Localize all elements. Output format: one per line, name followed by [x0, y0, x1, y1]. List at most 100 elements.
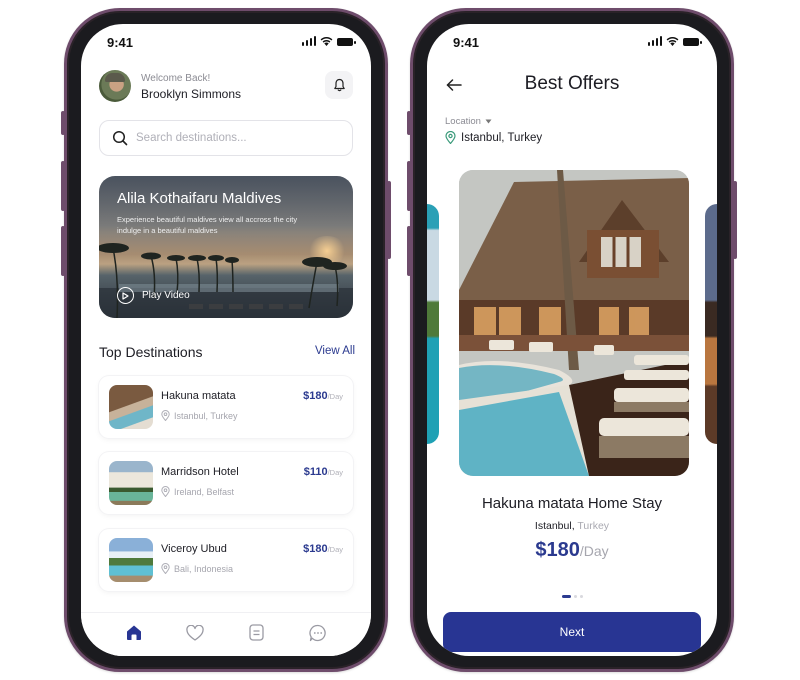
search-input[interactable] [136, 121, 342, 155]
offer-city: Istanbul, [534, 520, 575, 532]
wifi-icon [320, 37, 333, 46]
destination-location: Ireland, Belfast [161, 486, 234, 497]
featured-title: Alila Kothaifaru Maldives [117, 190, 282, 207]
location-pin-icon [161, 486, 170, 497]
resort-photo [459, 170, 689, 476]
location-pin-icon [161, 410, 170, 421]
offer-country: Turkey [577, 520, 610, 532]
location-pin-icon [161, 563, 170, 574]
tab-home[interactable] [120, 619, 148, 647]
price-unit: /Day [327, 392, 343, 401]
featured-destination-card[interactable]: Alila Kothaifaru Maldives Experience bea… [99, 176, 353, 318]
destination-location: Istanbul, Turkey [161, 410, 238, 421]
carousel-pagination [427, 595, 717, 598]
volume-down-button [61, 226, 65, 276]
volume-up-button [61, 161, 65, 211]
status-icons [301, 36, 356, 46]
signal-icon [647, 36, 662, 46]
search-icon [112, 130, 128, 146]
offer-price: $180/Day [427, 539, 717, 562]
mute-switch [61, 111, 65, 135]
heart-icon [186, 624, 204, 641]
phone-home: 9:41 Welcome Back! Brooklyn Simmons Sear… [61, 8, 391, 672]
section-title: Top Destinations [99, 344, 203, 360]
chat-icon [309, 624, 326, 641]
welcome-text: Welcome Back! [141, 73, 211, 84]
price-unit: /Day [327, 468, 343, 477]
selected-location: Istanbul, Turkey [445, 131, 542, 144]
play-icon [117, 287, 134, 304]
signal-icon [301, 36, 316, 46]
location-label: Location [445, 116, 481, 127]
destination-price: $110/Day [304, 466, 343, 478]
destination-card[interactable]: Marridson Hotel Ireland, Belfast $110/Da… [99, 452, 353, 514]
offer-price-amount: $180 [535, 539, 580, 561]
pagination-dot-active[interactable] [561, 595, 571, 598]
price-amount: $180 [303, 543, 328, 555]
bell-icon [333, 78, 345, 92]
status-bar: 9:41 [427, 24, 717, 58]
price-unit: /Day [327, 545, 343, 554]
document-icon [249, 624, 264, 641]
battery-icon [337, 38, 356, 46]
status-time: 9:41 [453, 35, 480, 50]
next-button[interactable]: Next [443, 612, 701, 652]
destination-name: Marridson Hotel [161, 466, 239, 478]
power-button [387, 181, 391, 259]
page-title: Best Offers [524, 73, 620, 94]
caret-down-icon [485, 119, 492, 124]
mute-switch [407, 111, 411, 135]
destination-thumbnail [109, 538, 153, 582]
destination-card[interactable]: Viceroy Ubud Bali, Indonesia $180/Day [99, 529, 353, 591]
wifi-icon [666, 37, 679, 46]
location-dropdown[interactable]: Location [445, 116, 492, 127]
status-icons [647, 36, 702, 46]
next-offer-image[interactable] [705, 204, 717, 444]
offer-price-unit: /Day [579, 543, 609, 559]
destination-price: $180/Day [303, 543, 343, 555]
home-screen: 9:41 Welcome Back! Brooklyn Simmons Sear… [81, 24, 371, 656]
tab-bookings[interactable] [243, 619, 271, 647]
pagination-dot[interactable] [579, 595, 583, 598]
offer-location: Istanbul, Turkey [427, 520, 717, 532]
avatar[interactable] [99, 70, 131, 102]
notifications-button[interactable] [325, 71, 353, 99]
destination-price: $180/Day [303, 390, 343, 402]
battery-icon [683, 38, 702, 46]
view-all-link[interactable]: View All [315, 345, 355, 357]
destination-location: Bali, Indonesia [161, 563, 233, 574]
volume-down-button [407, 226, 411, 276]
offers-carousel[interactable] [427, 170, 717, 476]
destination-location-text: Ireland, Belfast [174, 486, 235, 497]
tab-messages[interactable] [304, 619, 332, 647]
price-amount: $180 [303, 390, 328, 402]
previous-offer-image[interactable] [427, 204, 439, 444]
destination-thumbnail [109, 461, 153, 505]
status-bar: 9:41 [81, 24, 371, 58]
destination-card[interactable]: Hakuna matata Istanbul, Turkey $180/Day [99, 376, 353, 438]
destination-location-text: Istanbul, Turkey [174, 410, 238, 421]
user-header: Welcome Back! Brooklyn Simmons [99, 70, 353, 106]
phone-offers: 9:41 Best Offers Location Istanbul, Turk… [407, 8, 737, 672]
power-button [733, 181, 737, 259]
offer-name: Hakuna matata Home Stay [481, 495, 663, 512]
play-video-label: Play Video [142, 290, 190, 301]
price-amount: $110 [303, 466, 328, 478]
pagination-dot[interactable] [573, 595, 577, 598]
volume-up-button [407, 161, 411, 211]
destination-location-text: Bali, Indonesia [174, 563, 234, 574]
selected-location-text: Istanbul, Turkey [461, 131, 543, 144]
palm-trees-image [99, 243, 353, 318]
tab-favorites[interactable] [181, 619, 209, 647]
play-video-button[interactable]: Play Video [117, 287, 190, 304]
offers-screen: 9:41 Best Offers Location Istanbul, Turk… [427, 24, 717, 656]
destination-name: Viceroy Ubud [161, 543, 227, 555]
offer-image[interactable] [459, 170, 689, 476]
search-field[interactable] [99, 120, 353, 156]
location-pin-icon [445, 131, 456, 144]
featured-description: Experience beautiful maldives view all a… [117, 215, 298, 235]
home-icon [126, 625, 141, 640]
destination-name: Hakuna matata [161, 390, 236, 402]
status-time: 9:41 [107, 35, 134, 50]
user-name: Brooklyn Simmons [141, 87, 242, 101]
